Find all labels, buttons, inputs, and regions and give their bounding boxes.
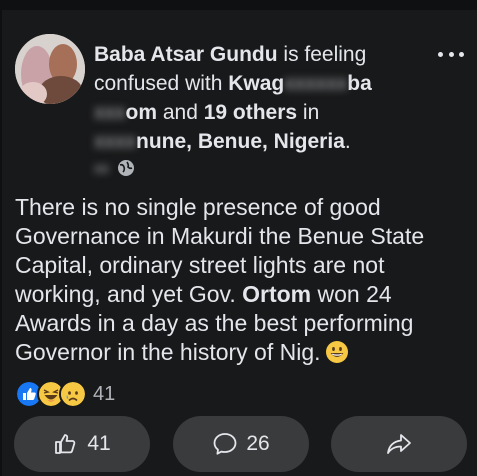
location-period: .	[344, 130, 351, 153]
thumbs-up-icon	[55, 434, 76, 454]
location-link[interactable]: nune, Benue, Nigeria	[136, 130, 345, 153]
author-name[interactable]: Baba Atsar Gundu	[94, 43, 278, 66]
reactions-summary[interactable]: 41	[15, 380, 116, 408]
dot-icon	[448, 51, 454, 57]
redacted-timestamp: xx	[94, 159, 109, 177]
comment-icon	[213, 433, 237, 455]
post-header: Baba Atsar Gundu is feeling confused wit…	[94, 40, 419, 156]
grinning-emoji-icon	[325, 341, 348, 363]
share-icon	[387, 434, 411, 454]
avatar-image	[15, 34, 85, 104]
and-text: and	[157, 101, 204, 124]
tagged-friend-part1[interactable]: Kwag	[228, 72, 284, 95]
others-link[interactable]: 19 others	[204, 101, 297, 124]
like-button[interactable]: 41	[14, 416, 150, 472]
more-options-icon[interactable]	[435, 44, 467, 64]
redacted-name-2: xxx	[94, 101, 126, 124]
author-avatar[interactable]	[15, 34, 85, 104]
globe-icon[interactable]	[117, 159, 135, 177]
tagged-friend-part3[interactable]: om	[126, 101, 158, 124]
comment-count: 26	[246, 432, 270, 455]
dot-icon	[438, 51, 443, 57]
post-card: Baba Atsar Gundu is feeling confused wit…	[0, 0, 477, 476]
in-text: in	[297, 101, 320, 124]
dot-icon	[459, 51, 464, 57]
post-body: There is no single presence of good Gove…	[15, 193, 465, 367]
tagged-friend-part2[interactable]: ba	[347, 72, 372, 95]
reaction-count: 41	[93, 382, 116, 405]
comment-button[interactable]: 26	[173, 416, 309, 472]
share-button[interactable]	[331, 416, 467, 472]
sad-reaction-icon	[59, 380, 87, 408]
redacted-name-1: xxxxxx	[284, 72, 348, 95]
mention-link[interactable]: Ortom	[242, 281, 311, 307]
redacted-location: xxxx	[94, 130, 136, 153]
like-count: 41	[87, 432, 111, 455]
post-meta: xx	[94, 157, 135, 179]
